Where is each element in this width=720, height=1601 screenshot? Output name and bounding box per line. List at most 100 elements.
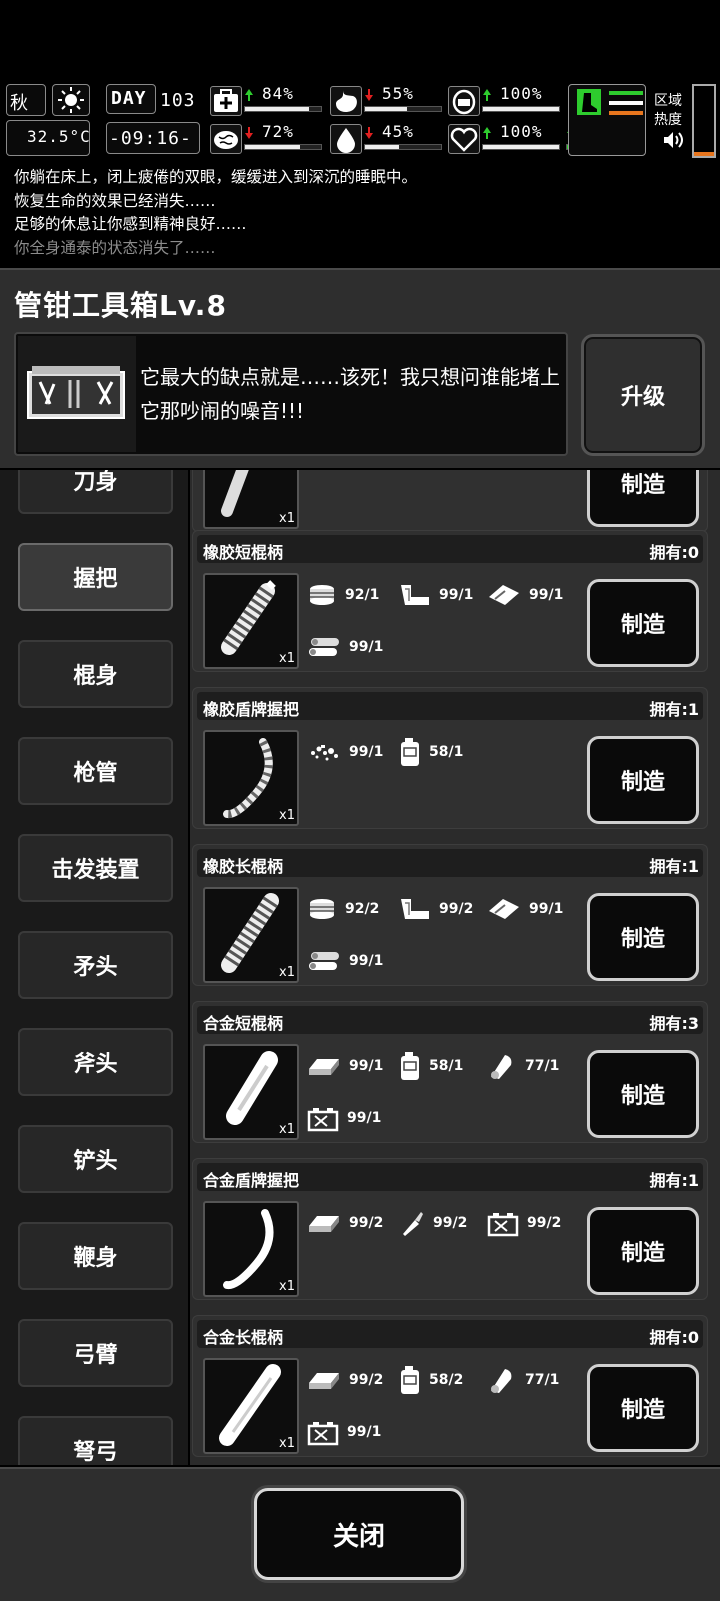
upgrade-button[interactable]: 升级 xyxy=(581,334,705,456)
recipe-name: 橡胶长棍柄 xyxy=(203,857,284,876)
material-qty: 99/1 xyxy=(529,587,564,603)
pipe-icon xyxy=(397,581,433,609)
item-count: x1 xyxy=(279,1436,295,1451)
boot-icon xyxy=(577,89,601,115)
category-tab[interactable]: 鞭身 xyxy=(18,1222,173,1290)
item-count: x1 xyxy=(279,1279,295,1294)
jerrycan-icon xyxy=(397,1050,423,1082)
arrow-up-icon xyxy=(245,89,253,101)
craft-button[interactable]: 制造 xyxy=(587,1364,699,1452)
battery-box-icon xyxy=(485,1209,521,1237)
recipe-item-icon: x1 xyxy=(203,887,299,983)
category-tab[interactable]: 弩弓 xyxy=(18,1416,173,1465)
temperature-text: 32.5°C xyxy=(27,127,91,146)
wood-logs-icon xyxy=(305,634,343,660)
material-qty: 99/2 xyxy=(439,901,474,917)
craft-button[interactable]: 制造 xyxy=(587,579,699,667)
jerrycan-icon xyxy=(397,736,423,768)
recipe-item-icon: x1 xyxy=(203,1358,299,1454)
recipe-card: 合金盾牌握把 拥有:1 x1 99/2 99/2 99/2 制造 xyxy=(192,1158,708,1300)
toolbox-icon xyxy=(27,366,125,419)
category-tab[interactable]: 击发装置 xyxy=(18,834,173,902)
material-qty: 58/1 xyxy=(429,744,464,760)
material-qty: 99/1 xyxy=(529,901,564,917)
stat-bar xyxy=(364,106,442,112)
stat-value: 100% xyxy=(500,122,543,141)
stat-value: 45% xyxy=(382,122,414,141)
material-requirement: 99/1 xyxy=(305,947,383,975)
item-count: x1 xyxy=(279,808,295,823)
category-tab[interactable]: 棍身 xyxy=(18,640,173,708)
owned-count: 拥有:1 xyxy=(649,857,699,876)
arrow-down-icon xyxy=(365,89,373,101)
wood-logs-icon xyxy=(305,948,343,974)
recipe-name: 合金长棍柄 xyxy=(203,1328,284,1347)
recipe-name: 橡胶短棍柄 xyxy=(203,543,284,562)
craft-button[interactable]: 制造 xyxy=(587,470,699,527)
material-requirement: 58/1 xyxy=(397,738,463,766)
material-qty: 99/1 xyxy=(439,587,474,603)
category-tab[interactable]: 弓臂 xyxy=(18,1319,173,1387)
recipe-card: 橡胶长棍柄 拥有:1 x1 92/2 99/2 99/1 99/1 制造 xyxy=(192,844,708,986)
battery-box-icon xyxy=(305,1104,341,1132)
owned-count: 拥有:0 xyxy=(649,543,699,562)
stat-value: 84% xyxy=(262,84,294,103)
material-qty: 99/1 xyxy=(349,1058,384,1074)
clock-box: -09:16- xyxy=(106,122,200,154)
category-tab[interactable]: 握把 xyxy=(18,543,173,611)
item-count: x1 xyxy=(279,651,295,666)
metal-ingot-icon xyxy=(305,1210,343,1236)
stat-stomach: 55% xyxy=(330,84,446,120)
toolbox-image xyxy=(18,336,136,452)
material-requirement: 99/1 xyxy=(305,1104,381,1132)
material-requirement: 99/1 xyxy=(305,1052,383,1080)
clock-text: -09:16- xyxy=(109,128,192,149)
material-requirement: 99/2 xyxy=(305,1209,383,1237)
material-qty: 92/1 xyxy=(345,587,380,603)
craft-button[interactable]: 制造 xyxy=(587,736,699,824)
sun-icon xyxy=(52,84,90,116)
bladder-icon xyxy=(448,86,480,116)
recipe-card: 合金长棍柄 拥有:0 x1 99/2 58/2 77/1 99/1 制造 xyxy=(192,1315,708,1457)
material-requirement: 99/1 xyxy=(485,581,563,609)
material-requirement: 99/1 xyxy=(397,581,473,609)
material-qty: 99/2 xyxy=(349,1372,384,1388)
metal-ingot-icon xyxy=(305,1053,343,1079)
category-tab[interactable]: 铲头 xyxy=(18,1125,173,1193)
region-heat-label: 区域热度 xyxy=(654,93,682,128)
close-button[interactable]: 关闭 xyxy=(254,1488,464,1580)
heart-icon xyxy=(448,124,480,154)
craft-button[interactable]: 制造 xyxy=(587,1207,699,1295)
stat-bar xyxy=(244,144,322,150)
item-count: x1 xyxy=(279,965,295,980)
health-icon xyxy=(210,86,242,116)
log-line: 你全身通泰的状态消失了…… xyxy=(14,238,216,257)
recipe-card-partial: x1 制造 xyxy=(192,470,708,532)
material-qty: 92/2 xyxy=(345,901,380,917)
speaker-icon[interactable] xyxy=(662,130,684,150)
craft-button[interactable]: 制造 xyxy=(587,1050,699,1138)
recipe-name: 橡胶盾牌握把 xyxy=(203,700,300,719)
status-hud: 秋 32.5°C DAY 103 -09:16- 84% 55% 100% 72% 45… xyxy=(0,80,720,166)
material-requirement: 99/1 xyxy=(305,633,383,661)
material-requirement: 99/2 xyxy=(397,1209,467,1237)
category-tab[interactable]: 枪管 xyxy=(18,737,173,805)
recipe-header: 橡胶长棍柄 拥有:1 xyxy=(197,849,703,877)
day-label-box: DAY xyxy=(106,84,156,114)
category-tab[interactable]: 矛头 xyxy=(18,931,173,999)
category-tab[interactable]: 斧头 xyxy=(18,1028,173,1096)
material-qty: 99/2 xyxy=(527,1215,562,1231)
stat-water-drop: 45% xyxy=(330,122,446,158)
material-qty: 99/2 xyxy=(433,1215,468,1231)
category-sidebar: 刀身握把棍身枪管击发装置矛头斧头铲头鞭身弓臂弩弓 xyxy=(0,470,188,1465)
recipe-header: 橡胶盾牌握把 拥有:1 xyxy=(197,692,703,720)
material-qty: 99/2 xyxy=(349,1215,384,1231)
owned-count: 拥有:3 xyxy=(649,1014,699,1033)
tool-description: 它最大的缺点就是……该死！我只想问谁能堵上它那吵闹的噪音!!! xyxy=(140,365,560,423)
rubber-roll-icon xyxy=(305,895,339,923)
page-title: 管钳工具箱Lv.8 xyxy=(14,289,227,322)
category-tab[interactable]: 刀身 xyxy=(18,470,173,514)
arrow-up-icon xyxy=(483,127,491,139)
craft-button[interactable]: 制造 xyxy=(587,893,699,981)
material-requirement: 77/1 xyxy=(485,1366,559,1394)
